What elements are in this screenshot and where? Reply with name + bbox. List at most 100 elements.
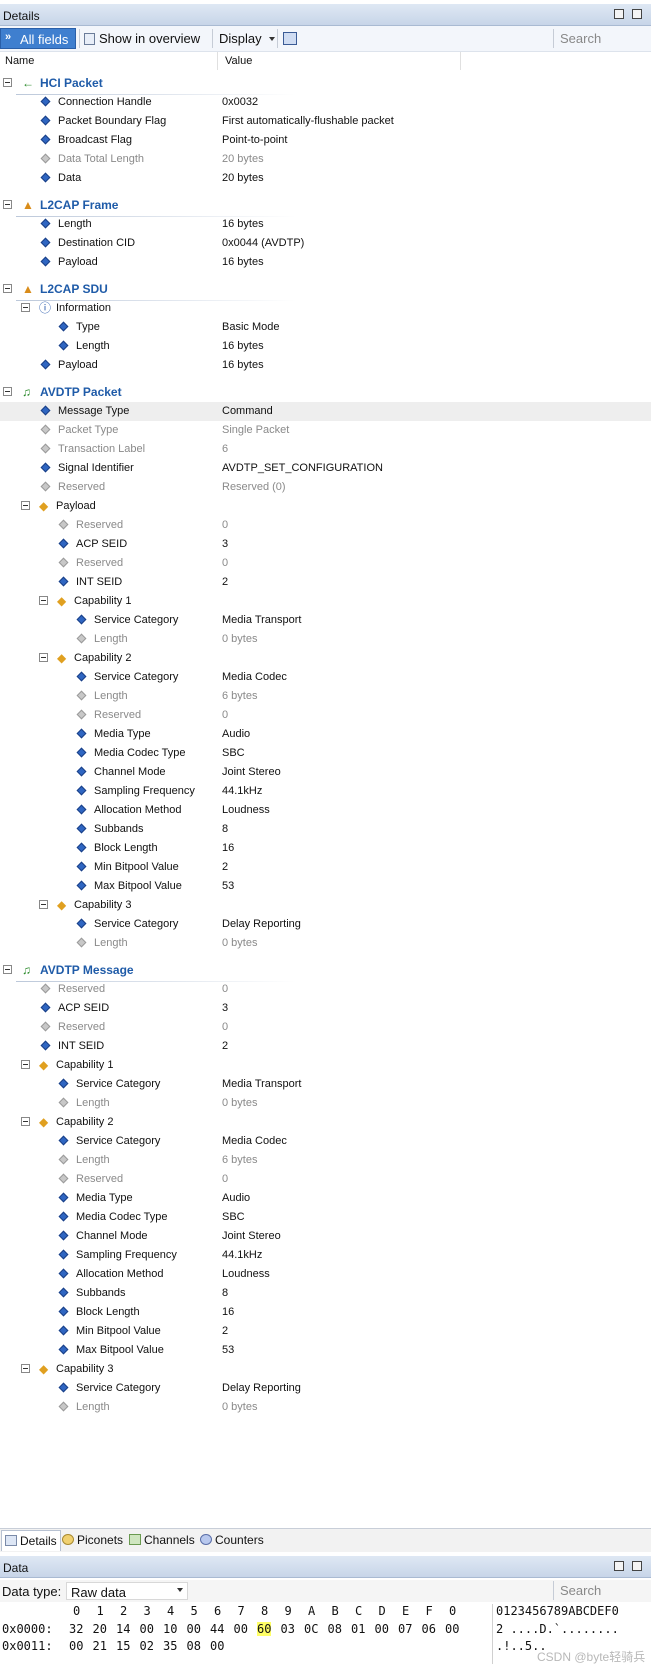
hex-byte[interactable]: 08 <box>328 1622 342 1636</box>
hex-byte[interactable]: 08 <box>187 1639 201 1653</box>
field-row[interactable]: Length 16 bytes <box>0 337 651 356</box>
hex-byte[interactable]: 02 <box>140 1639 154 1653</box>
all-fields-button[interactable]: » All fields <box>0 28 76 49</box>
ascii-text[interactable]: 2 ....D.`........ <box>496 1622 619 1636</box>
tab-details[interactable]: Details <box>1 1530 61 1551</box>
collapse-icon[interactable] <box>21 1060 30 1069</box>
group-row[interactable]: ⓘ Information <box>0 299 651 318</box>
field-row[interactable]: Min Bitpool Value 2 <box>0 858 651 877</box>
field-row[interactable]: Service Category Media Codec <box>0 668 651 687</box>
hex-byte[interactable]: 00 <box>445 1622 459 1636</box>
hex-byte[interactable]: 07 <box>398 1622 412 1636</box>
field-row[interactable]: Length 16 bytes <box>0 215 651 234</box>
field-row[interactable]: Packet Type Single Packet <box>0 421 651 440</box>
field-row[interactable]: Length 6 bytes <box>0 1151 651 1170</box>
field-row[interactable]: Length 0 bytes <box>0 1094 651 1113</box>
tab-counters[interactable]: Counters <box>200 1533 264 1547</box>
section-row[interactable]: ♫ AVDTP Packet <box>0 383 651 404</box>
field-row[interactable]: ACP SEID 3 <box>0 999 651 1018</box>
collapse-icon[interactable] <box>3 284 12 293</box>
field-row[interactable]: Media Type Audio <box>0 1189 651 1208</box>
collapse-icon[interactable] <box>21 501 30 510</box>
field-row[interactable]: Data Total Length 20 bytes <box>0 150 651 169</box>
field-row[interactable]: Service Category Delay Reporting <box>0 1379 651 1398</box>
field-row[interactable]: Max Bitpool Value 53 <box>0 1341 651 1360</box>
field-row[interactable]: Media Codec Type SBC <box>0 744 651 763</box>
hex-byte[interactable]: 00 <box>140 1622 154 1636</box>
field-row[interactable]: Payload 16 bytes <box>0 356 651 375</box>
hex-byte[interactable]: 01 <box>351 1622 365 1636</box>
field-row[interactable]: Type Basic Mode <box>0 318 651 337</box>
field-row[interactable]: Subbands 8 <box>0 1284 651 1303</box>
hex-byte[interactable]: 10 <box>163 1622 177 1636</box>
field-row[interactable]: INT SEID 2 <box>0 573 651 592</box>
group-row[interactable]: ◆ Payload <box>0 497 651 516</box>
field-row[interactable]: Transaction Label 6 <box>0 440 651 459</box>
field-row[interactable]: Reserved Reserved (0) <box>0 478 651 497</box>
field-row[interactable]: Reserved 0 <box>0 516 651 535</box>
collapse-icon[interactable] <box>21 1364 30 1373</box>
field-row[interactable]: Service Category Media Transport <box>0 1075 651 1094</box>
hex-byte[interactable]: 00 <box>375 1622 389 1636</box>
details-search-input[interactable]: Search <box>553 29 651 48</box>
group-row[interactable]: ◆ Capability 2 <box>0 1113 651 1132</box>
field-row[interactable]: Reserved 0 <box>0 554 651 573</box>
collapse-icon[interactable] <box>39 900 48 909</box>
hex-byte[interactable]: 35 <box>163 1639 177 1653</box>
column-divider[interactable] <box>460 52 461 70</box>
field-row[interactable]: INT SEID 2 <box>0 1037 651 1056</box>
group-row[interactable]: ◆ Capability 2 <box>0 649 651 668</box>
section-row[interactable]: ▲ L2CAP Frame <box>0 196 651 217</box>
field-row[interactable]: Packet Boundary Flag First automatically-… <box>0 112 651 131</box>
restore-window-icon[interactable] <box>614 9 624 19</box>
export-icon[interactable] <box>283 32 297 45</box>
section-row[interactable]: ← HCI Packet <box>0 74 651 95</box>
field-row[interactable]: Block Length 16 <box>0 1303 651 1322</box>
field-row[interactable]: Broadcast Flag Point-to-point <box>0 131 651 150</box>
hex-byte[interactable]: 44 <box>210 1622 224 1636</box>
section-row[interactable]: ▲ L2CAP SDU <box>0 280 651 301</box>
field-row[interactable]: Reserved 0 <box>0 980 651 999</box>
hex-byte[interactable]: 32 <box>69 1622 83 1636</box>
field-row[interactable]: Reserved 0 <box>0 1018 651 1037</box>
collapse-icon[interactable] <box>3 387 12 396</box>
field-row[interactable]: Allocation Method Loudness <box>0 1265 651 1284</box>
field-row[interactable]: Block Length 16 <box>0 839 651 858</box>
field-row[interactable]: Subbands 8 <box>0 820 651 839</box>
field-row[interactable]: Reserved 0 <box>0 706 651 725</box>
field-row[interactable]: Length 0 bytes <box>0 934 651 953</box>
field-row[interactable]: Length 0 bytes <box>0 1398 651 1417</box>
hex-byte[interactable]: 60 <box>257 1622 272 1636</box>
field-row[interactable]: Connection Handle 0x0032 <box>0 93 651 112</box>
group-row[interactable]: ◆ Capability 1 <box>0 1056 651 1075</box>
collapse-icon[interactable] <box>39 596 48 605</box>
hex-byte[interactable]: 20 <box>93 1622 107 1636</box>
field-row[interactable]: Message Type Command <box>0 402 651 421</box>
field-row[interactable]: Destination CID 0x0044 (AVDTP) <box>0 234 651 253</box>
hex-byte[interactable]: 0C <box>304 1622 318 1636</box>
field-row[interactable]: Reserved 0 <box>0 1170 651 1189</box>
value-column-header[interactable]: Value <box>225 55 252 67</box>
collapse-icon[interactable] <box>3 965 12 974</box>
collapse-icon[interactable] <box>3 78 12 87</box>
data-type-select[interactable]: Raw data <box>66 1582 188 1600</box>
field-row[interactable]: Service Category Delay Reporting <box>0 915 651 934</box>
field-row[interactable]: Sampling Frequency 44.1kHz <box>0 1246 651 1265</box>
field-row[interactable]: Max Bitpool Value 53 <box>0 877 651 896</box>
field-row[interactable]: Payload 16 bytes <box>0 253 651 272</box>
show-in-overview-button[interactable]: Show in overview <box>84 31 200 46</box>
field-row[interactable]: Service Category Media Codec <box>0 1132 651 1151</box>
hex-byte[interactable]: 06 <box>422 1622 436 1636</box>
column-divider[interactable] <box>217 52 218 70</box>
field-row[interactable]: Media Codec Type SBC <box>0 1208 651 1227</box>
close-panel-icon[interactable] <box>632 9 642 19</box>
hex-byte[interactable]: 03 <box>281 1622 295 1636</box>
collapse-icon[interactable] <box>39 653 48 662</box>
tab-piconets[interactable]: Piconets <box>62 1533 123 1547</box>
field-row[interactable]: Channel Mode Joint Stereo <box>0 1227 651 1246</box>
field-row[interactable]: Media Type Audio <box>0 725 651 744</box>
data-search-input[interactable]: Search <box>553 1581 651 1600</box>
field-row[interactable]: Sampling Frequency 44.1kHz <box>0 782 651 801</box>
display-dropdown[interactable]: Display <box>219 31 276 46</box>
hex-byte[interactable]: 21 <box>93 1639 107 1653</box>
